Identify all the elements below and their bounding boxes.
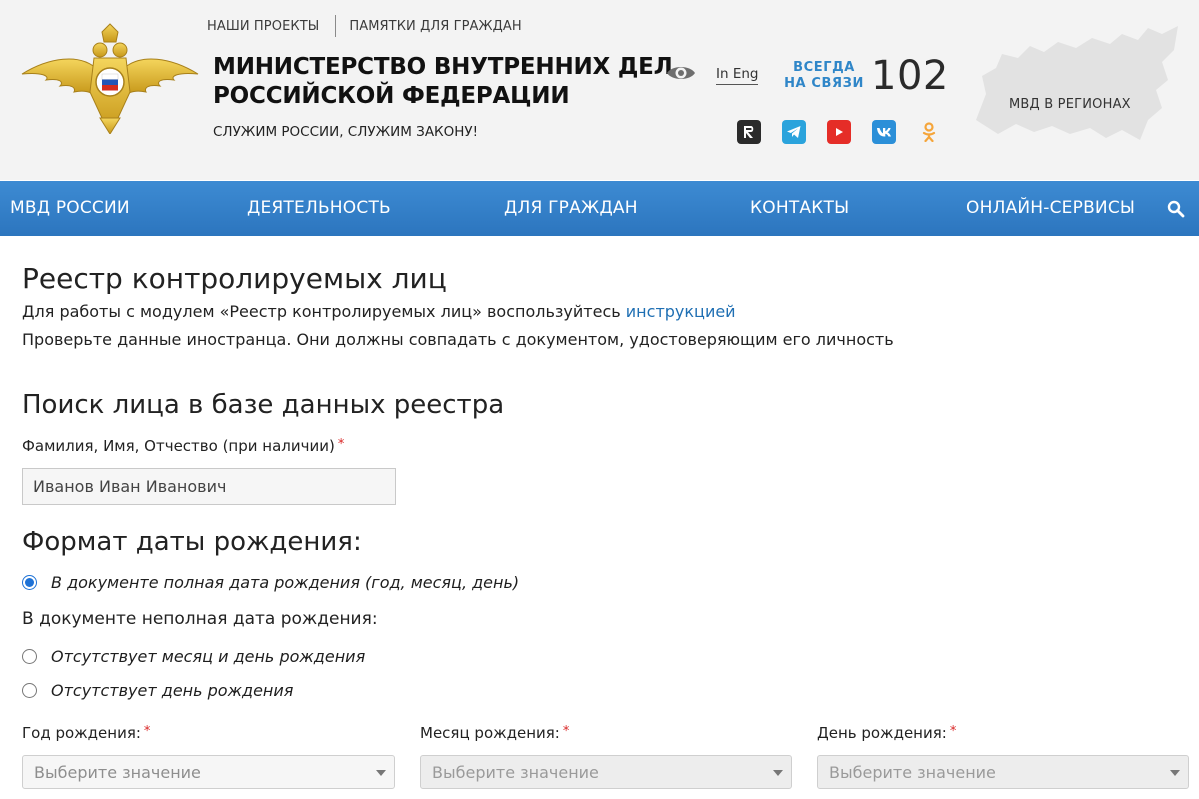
rutube-icon[interactable] bbox=[737, 120, 761, 144]
radio-no-month-day[interactable] bbox=[22, 649, 37, 664]
telegram-icon[interactable] bbox=[782, 120, 806, 144]
radio-no-day-label[interactable]: Отсутствует день рождения bbox=[51, 681, 293, 700]
regions-link[interactable]: МВД В РЕГИОНАХ bbox=[1009, 97, 1131, 112]
intro-instructions: Для работы с модулем «Реестр контролируе… bbox=[22, 302, 736, 321]
nav-item-activity[interactable]: ДЕЯТЕЛЬНОСТЬ bbox=[247, 181, 391, 236]
youtube-icon[interactable] bbox=[827, 120, 851, 144]
required-mark: * bbox=[143, 724, 151, 739]
top-link-projects[interactable]: НАШИ ПРОЕКТЫ bbox=[207, 19, 319, 34]
birth-day-select[interactable]: Выберите значение bbox=[817, 755, 1189, 789]
required-mark: * bbox=[562, 724, 570, 739]
site-header: НАШИ ПРОЕКТЫ ПАМЯТКИ ДЛЯ ГРАЖДАН МИНИСТЕ… bbox=[0, 0, 1199, 180]
hotline-number[interactable]: 102 bbox=[871, 55, 949, 97]
birth-day-label: День рождения: * bbox=[817, 724, 956, 742]
ministry-emblem-icon[interactable] bbox=[20, 22, 200, 134]
search-icon[interactable] bbox=[1166, 199, 1186, 219]
full-name-label: Фамилия, Имя, Отчество (при наличии) * bbox=[22, 437, 344, 455]
birth-year-select-value: Выберите значение bbox=[34, 763, 201, 782]
radio-no-month-day-option[interactable]: Отсутствует месяц и день рождения bbox=[22, 647, 365, 666]
eye-icon[interactable] bbox=[666, 62, 696, 84]
top-links-divider bbox=[335, 15, 337, 37]
birth-month-select[interactable]: Выберите значение bbox=[420, 755, 792, 789]
chevron-down-icon bbox=[376, 770, 386, 776]
vk-icon[interactable] bbox=[872, 120, 896, 144]
radio-no-month-day-label[interactable]: Отсутствует месяц и день рождения bbox=[51, 647, 365, 666]
partial-date-label: В документе неполная дата рождения: bbox=[22, 609, 378, 629]
nav-item-mvd-russia[interactable]: МВД РОССИИ bbox=[10, 181, 130, 236]
birth-date-format-title: Формат даты рождения: bbox=[22, 527, 362, 557]
hotline-caption-line2: НА СВЯЗИ bbox=[784, 76, 864, 91]
search-section-title: Поиск лица в базе данных реестра bbox=[22, 390, 505, 420]
social-links bbox=[737, 120, 962, 144]
main-navigation: МВД РОССИИ ДЕЯТЕЛЬНОСТЬ ДЛЯ ГРАЖДАН КОНТ… bbox=[0, 181, 1199, 236]
radio-no-day-option[interactable]: Отсутствует день рождения bbox=[22, 681, 293, 700]
required-mark: * bbox=[949, 724, 957, 739]
birth-year-label: Год рождения: * bbox=[22, 724, 150, 742]
organization-motto: СЛУЖИМ РОССИИ, СЛУЖИМ ЗАКОНУ! bbox=[213, 124, 479, 140]
radio-full-date-label[interactable]: В документе полная дата рождения (год, м… bbox=[51, 573, 519, 592]
organization-title[interactable]: МИНИСТЕРСТВО ВНУТРЕННИХ ДЕЛ РОССИЙСКОЙ Ф… bbox=[213, 53, 673, 111]
nav-item-contacts[interactable]: КОНТАКТЫ bbox=[750, 181, 849, 236]
radio-full-date-option[interactable]: В документе полная дата рождения (год, м… bbox=[22, 573, 519, 592]
intro-verification-note: Проверьте данные иностранца. Они должны … bbox=[22, 330, 894, 349]
birth-day-label-text: День рождения: bbox=[817, 724, 947, 742]
hotline-caption-line1: ВСЕГДА bbox=[793, 60, 855, 75]
top-link-citizens-memos[interactable]: ПАМЯТКИ ДЛЯ ГРАЖДАН bbox=[349, 19, 521, 34]
birth-month-label-text: Месяц рождения: bbox=[420, 724, 560, 742]
instructions-link[interactable]: инструкцией bbox=[626, 302, 736, 321]
birth-month-select-value: Выберите значение bbox=[432, 763, 599, 782]
top-links: НАШИ ПРОЕКТЫ ПАМЯТКИ ДЛЯ ГРАЖДАН bbox=[207, 15, 522, 37]
english-version-link[interactable]: In Eng bbox=[716, 66, 759, 85]
nav-item-online-services[interactable]: ОНЛАЙН-СЕРВИСЫ bbox=[966, 181, 1135, 236]
page-title: Реестр контролируемых лиц bbox=[22, 262, 447, 295]
odnoklassniki-icon[interactable] bbox=[917, 120, 941, 144]
full-name-label-text: Фамилия, Имя, Отчество (при наличии) bbox=[22, 437, 335, 455]
radio-no-day[interactable] bbox=[22, 683, 37, 698]
intro-text: Для работы с модулем «Реестр контролируе… bbox=[22, 302, 621, 321]
russia-map-icon[interactable] bbox=[972, 24, 1182, 148]
birth-year-select[interactable]: Выберите значение bbox=[22, 755, 395, 789]
hotline-caption: ВСЕГДА НА СВЯЗИ bbox=[784, 60, 864, 92]
chevron-down-icon bbox=[773, 770, 783, 776]
required-mark: * bbox=[337, 437, 345, 452]
organization-title-line1: МИНИСТЕРСТВО ВНУТРЕННИХ ДЕЛ bbox=[213, 54, 673, 80]
chevron-down-icon bbox=[1170, 770, 1180, 776]
birth-year-label-text: Год рождения: bbox=[22, 724, 141, 742]
birth-day-select-value: Выберите значение bbox=[829, 763, 996, 782]
birth-month-label: Месяц рождения: * bbox=[420, 724, 569, 742]
radio-full-date[interactable] bbox=[22, 575, 37, 590]
nav-item-for-citizens[interactable]: ДЛЯ ГРАЖДАН bbox=[504, 181, 638, 236]
organization-title-line2: РОССИЙСКОЙ ФЕДЕРАЦИИ bbox=[213, 83, 570, 109]
full-name-input[interactable] bbox=[22, 468, 396, 505]
